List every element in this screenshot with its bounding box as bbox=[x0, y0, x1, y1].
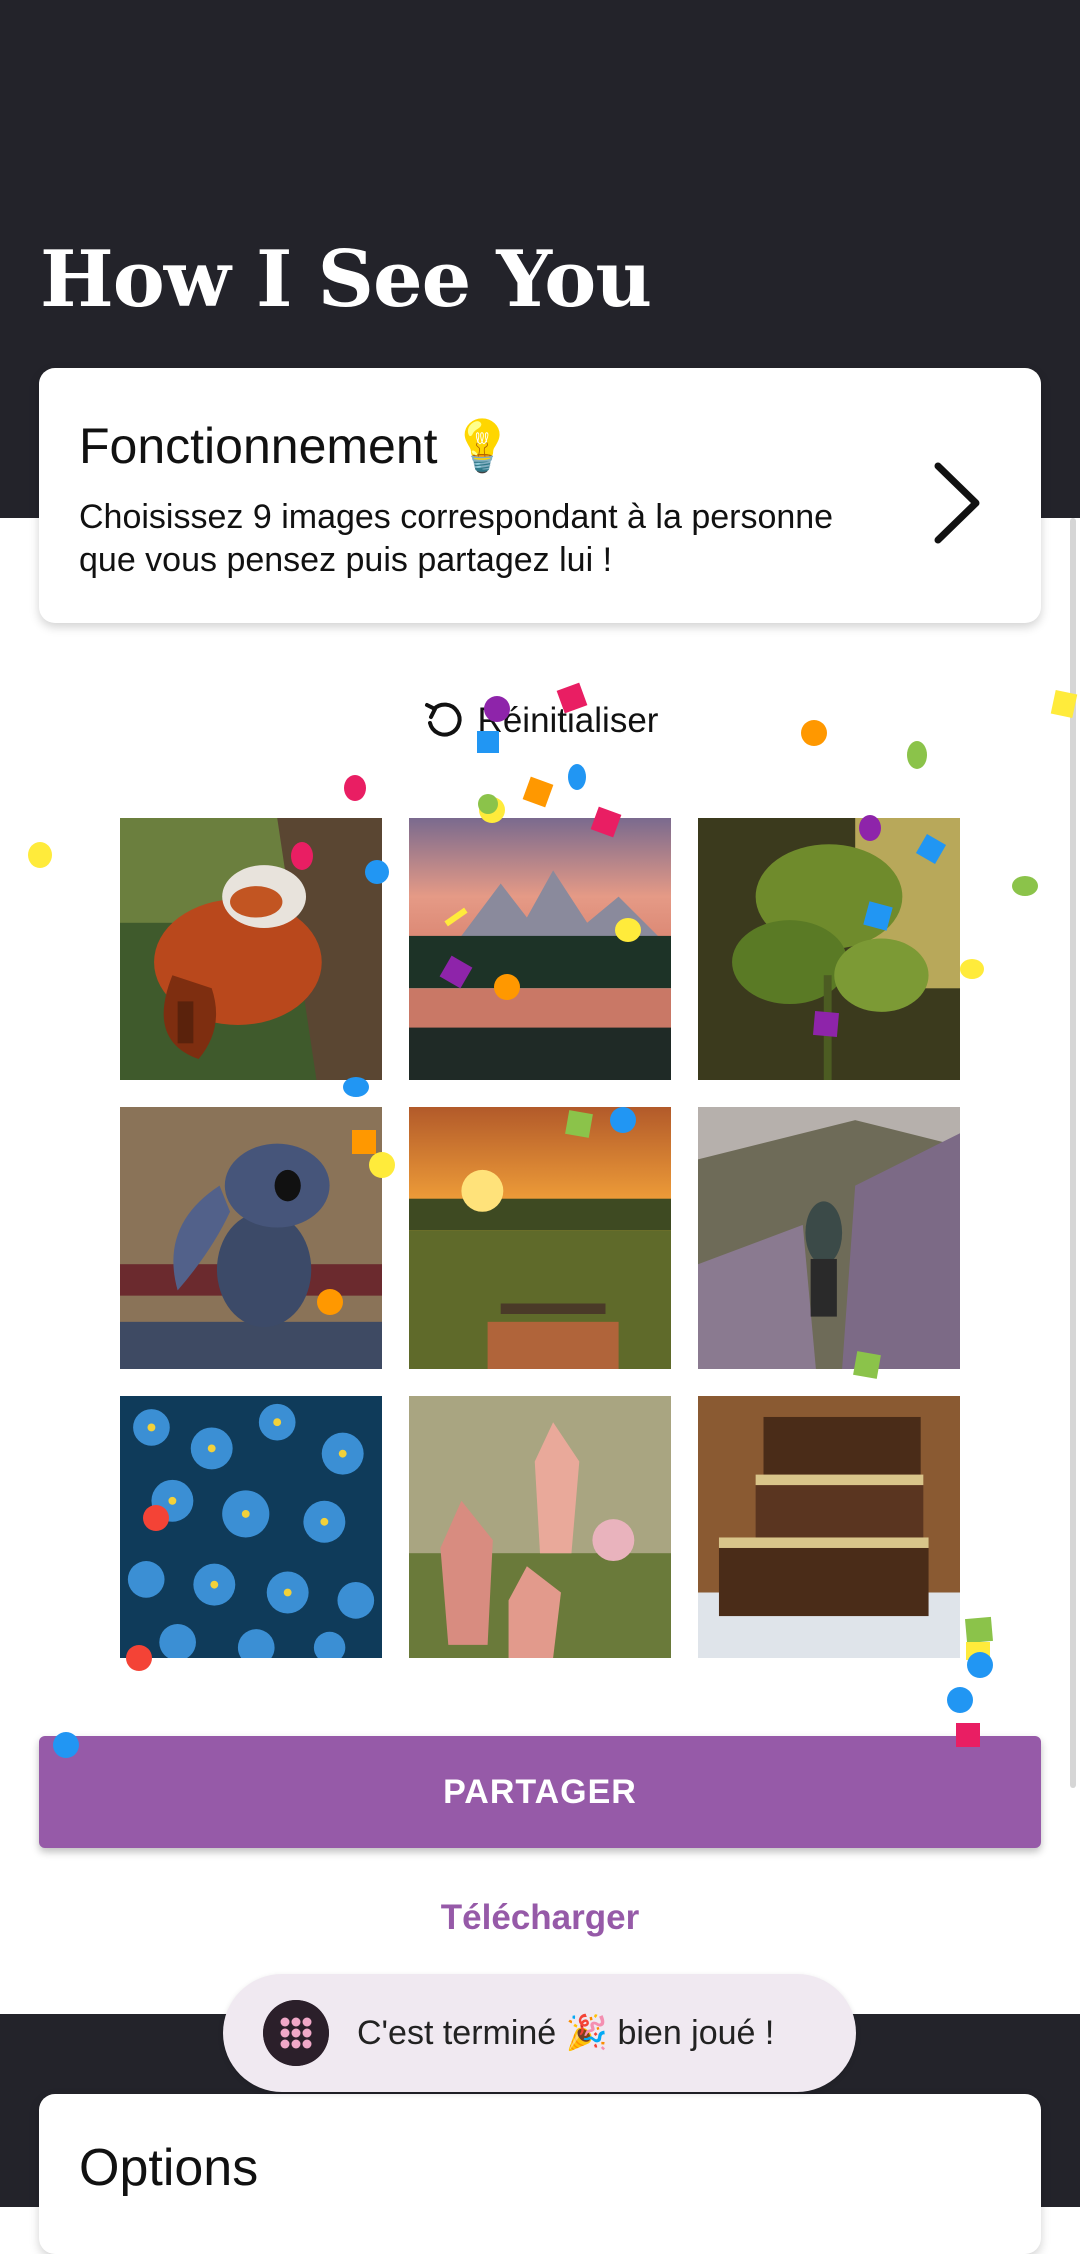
instructions-text: Choisissez 9 images correspondant à la p… bbox=[79, 498, 834, 579]
image-tile-red-panda[interactable] bbox=[120, 818, 382, 1080]
image-tile-monstera[interactable] bbox=[698, 818, 960, 1080]
blue-flowers-image bbox=[120, 1396, 382, 1658]
instructions-title: Fonctionnement 💡 bbox=[79, 418, 514, 474]
instructions-card[interactable]: Fonctionnement 💡 Choisissez 9 images cor… bbox=[39, 368, 1041, 623]
pink-crystals-image bbox=[409, 1396, 671, 1658]
red-panda-image bbox=[120, 818, 382, 1080]
share-button[interactable]: PARTAGER bbox=[39, 1736, 1041, 1848]
download-link[interactable]: Télécharger bbox=[0, 1898, 1080, 1938]
scrollbar[interactable] bbox=[1070, 518, 1076, 1788]
options-title: Options bbox=[79, 2139, 259, 2197]
image-tile-mountain-lake[interactable] bbox=[409, 818, 671, 1080]
image-tile-hiker[interactable] bbox=[698, 1107, 960, 1369]
app-title: How I See You bbox=[40, 234, 652, 325]
brownies-image bbox=[698, 1396, 960, 1658]
monstera-plant-image bbox=[698, 818, 960, 1080]
mountain-lake-sunset-image bbox=[409, 818, 671, 1080]
image-tile-sunset-field[interactable] bbox=[409, 1107, 671, 1369]
image-tile-blue-flowers[interactable] bbox=[120, 1396, 382, 1658]
options-card: Options bbox=[39, 2094, 1041, 2254]
toast-message: C'est terminé 🎉 bien joué ! bbox=[357, 2014, 775, 2052]
app-grid-icon bbox=[263, 2000, 329, 2066]
completion-toast: C'est terminé 🎉 bien joué ! bbox=[223, 1974, 856, 2092]
image-tile-brownies[interactable] bbox=[698, 1396, 960, 1658]
reset-button[interactable]: Réinitialiser bbox=[0, 690, 1080, 752]
image-grid bbox=[120, 818, 960, 1658]
reset-label: Réinitialiser bbox=[477, 701, 659, 740]
sunset-field-image bbox=[409, 1107, 671, 1369]
chevron-right-icon[interactable] bbox=[926, 458, 986, 548]
image-tile-pink-crystals[interactable] bbox=[409, 1396, 671, 1658]
image-tile-stitch[interactable] bbox=[120, 1107, 382, 1369]
refresh-icon bbox=[424, 702, 462, 737]
stitch-cartoon-image bbox=[120, 1107, 382, 1369]
hiker-trail-image bbox=[698, 1107, 960, 1369]
